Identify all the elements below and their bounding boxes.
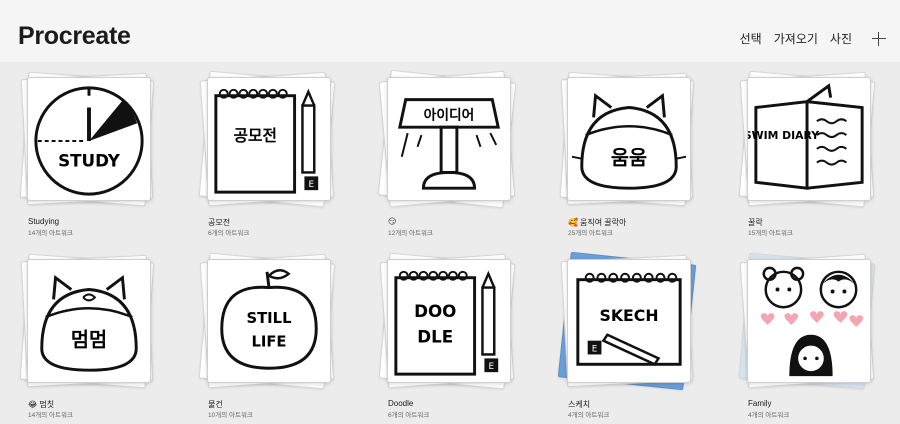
stack-name: Studying: [28, 217, 60, 226]
artwork-count: 4개의 아트워크: [748, 412, 790, 419]
stack-moving[interactable]: 움움: [559, 71, 695, 212]
artwork-count: 14개의 아트워크: [28, 412, 73, 419]
stack-cover: DOO DLE E: [387, 259, 511, 383]
stack-name-text: 움직여 꿀락아: [579, 218, 627, 227]
stack-cover: STUDY: [27, 77, 151, 201]
cover-text: 멈멈: [71, 329, 107, 352]
stack-cover: STILL LIFE: [207, 259, 331, 383]
stack-cover: 움움: [567, 77, 691, 201]
clock-drawing: STUDY: [34, 86, 144, 196]
stack-family[interactable]: [738, 252, 876, 394]
stack-contest[interactable]: 공모전 E: [198, 70, 336, 212]
cat-drawing: 멈멈: [40, 274, 138, 372]
notebook-drawing: DOO DLE E: [394, 270, 499, 376]
cover-text-line2: DLE: [417, 327, 453, 347]
cover-text: SWIM DIARY: [748, 129, 819, 142]
gallery-actions: 선택 가져오기 사진: [728, 30, 886, 47]
stack-objects[interactable]: STILL LIFE: [198, 252, 336, 394]
svg-text:E: E: [309, 180, 315, 190]
stack-pause[interactable]: 멈멈: [19, 253, 155, 394]
stack-ideas[interactable]: 아이디어: [377, 69, 517, 212]
cover-text-line2: LIFE: [251, 334, 286, 351]
cover-text: 아이디어: [424, 106, 475, 123]
artwork-count: 15개의 아트워크: [748, 230, 793, 237]
app-title: Procreate: [18, 22, 131, 50]
top-bar: Procreate 선택 가져오기 사진: [0, 0, 900, 62]
stack-cover: SWIM DIARY: [747, 77, 871, 201]
select-button[interactable]: 선택: [740, 30, 762, 47]
cover-text: 움움: [611, 147, 647, 170]
stack-emoji: 😂: [28, 400, 38, 409]
stack-cover: 아이디어: [387, 77, 511, 201]
cover-text: SKECH: [600, 306, 659, 325]
stack-name: Family: [748, 399, 772, 408]
artwork-count: 12개의 아트워크: [388, 230, 433, 237]
stack-ggulrak[interactable]: SWIM DIARY: [738, 70, 876, 212]
diary-drawing: SWIM DIARY: [748, 83, 864, 190]
cover-text: 공모전: [234, 126, 277, 145]
cover-text: STUDY: [58, 151, 121, 171]
stack-name-text: 멈칫: [39, 400, 55, 409]
stack-cover: 멈멈: [27, 259, 151, 383]
import-button[interactable]: 가져오기: [774, 30, 818, 47]
stack-emoji: 🥰: [568, 218, 578, 227]
artwork-count: 6개의 아트워크: [208, 230, 250, 237]
apple-drawing: STILL LIFE: [220, 269, 318, 370]
photo-button[interactable]: 사진: [830, 30, 852, 47]
plus-icon[interactable]: [872, 31, 886, 46]
stack-name: 😏: [388, 217, 398, 226]
stack-doodle[interactable]: DOO DLE E: [378, 252, 516, 394]
stack-emoji: 😏: [388, 217, 397, 226]
lamp-drawing: 아이디어: [397, 98, 501, 190]
cover-text-line1: DOO: [414, 301, 456, 321]
artwork-count: 6개의 아트워크: [388, 412, 430, 419]
artwork-count: 10개의 아트워크: [208, 412, 253, 419]
stack-cover: 공모전 E: [207, 77, 331, 201]
stack-cover: SKECH E: [567, 259, 691, 383]
cat-drawing: 움움: [571, 92, 687, 190]
cover-text-line1: STILL: [247, 310, 292, 327]
sketchbook-drawing: SKECH E: [576, 272, 682, 366]
family-drawing: [760, 266, 864, 377]
gallery-grid: STUDY Studying 14개의 아트워크 공모전 E 공모전 6개의 아…: [0, 62, 900, 424]
svg-text:E: E: [592, 345, 598, 355]
notebook-drawing: 공모전 E: [214, 88, 319, 194]
stack-cover: [747, 259, 871, 383]
stack-studying[interactable]: STUDY: [19, 71, 155, 212]
artwork-count: 4개의 아트워크: [568, 412, 610, 419]
artwork-count: 14개의 아트워크: [28, 230, 73, 237]
stack-sketch[interactable]: SKECH E: [557, 251, 697, 394]
stack-name: Doodle: [388, 399, 414, 408]
artwork-count: 25개의 아트워크: [568, 230, 613, 237]
svg-text:E: E: [489, 362, 495, 372]
